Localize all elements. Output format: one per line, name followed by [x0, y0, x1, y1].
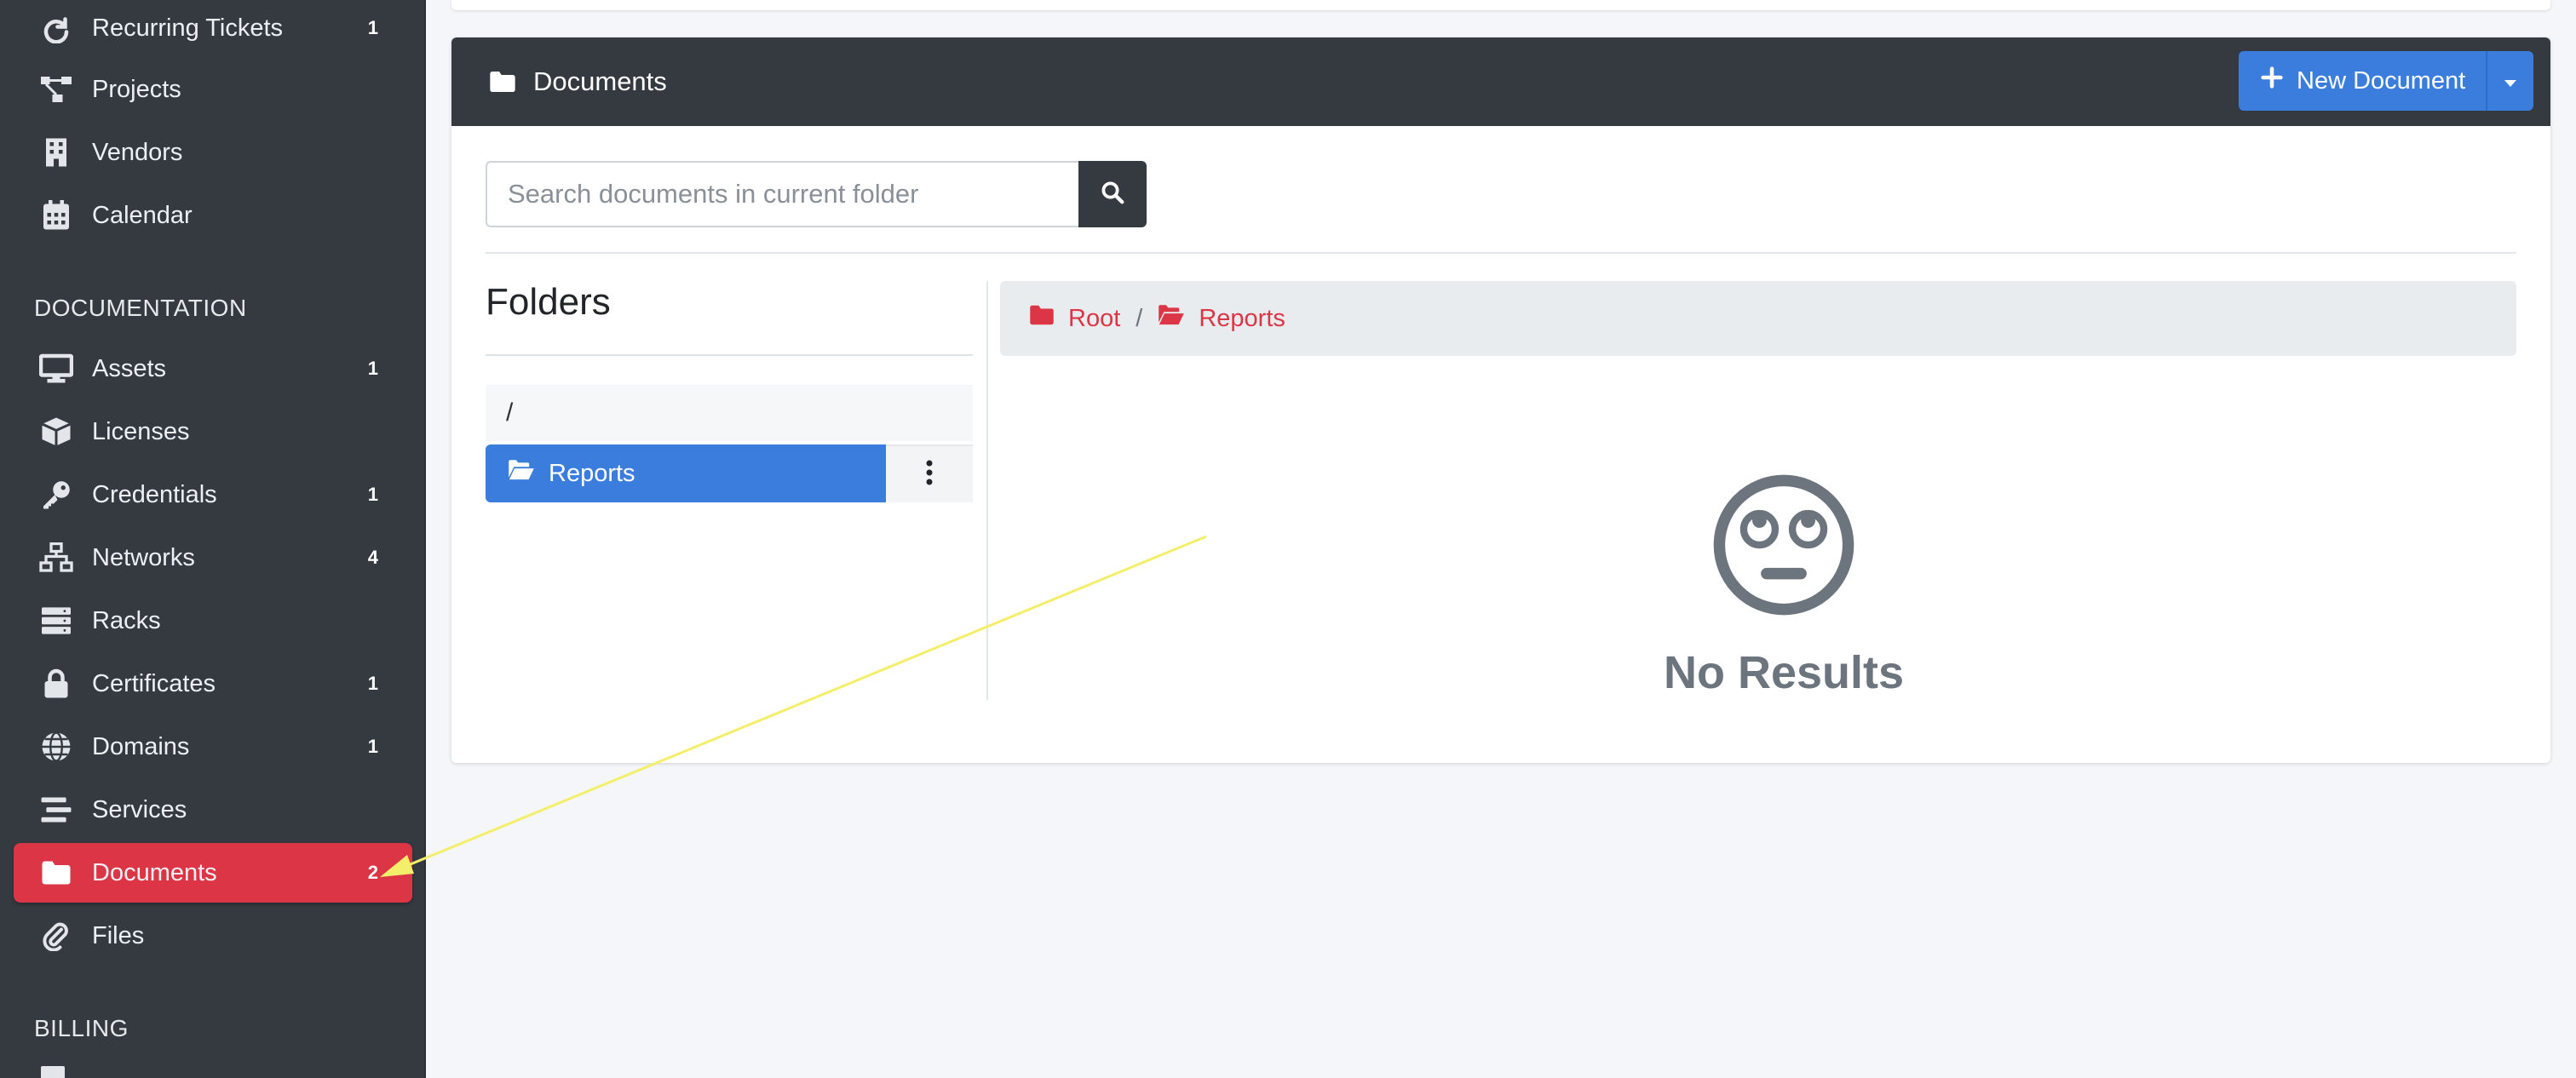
folder-root-item[interactable]: /	[486, 385, 973, 441]
search-bar	[486, 161, 1155, 227]
sidebar-item-label: Credentials	[92, 480, 217, 508]
count-badge: 1	[367, 736, 378, 757]
rolling-eyes-face-icon	[1712, 473, 1855, 621]
sidebar-item-label: Projects	[92, 75, 181, 103]
sidebar-item-assets[interactable]: Assets 1	[14, 339, 412, 399]
section-header-billing: BILLING	[34, 1015, 129, 1041]
card-title: Documents	[533, 66, 667, 96]
documents-card: Documents New Document Folders /	[451, 37, 2550, 763]
search-button[interactable]	[1078, 161, 1147, 227]
globe-icon	[27, 717, 85, 777]
cut-off-icon	[41, 1066, 65, 1078]
sidebar-item-label: Licenses	[92, 417, 190, 445]
sidebar-item-licenses[interactable]: Licenses	[14, 402, 412, 462]
paperclip-icon	[27, 906, 85, 966]
folder-item-reports: Reports	[486, 444, 973, 502]
sidebar-item-documents[interactable]: Documents 2	[14, 843, 412, 903]
redo-icon	[27, 0, 85, 58]
sidebar-item-certificates[interactable]: Certificates 1	[14, 654, 412, 714]
lock-icon	[27, 654, 85, 714]
folder-button[interactable]: Reports	[486, 444, 886, 502]
breadcrumb-root[interactable]: Root	[1029, 304, 1120, 333]
count-badge: 1	[367, 673, 378, 694]
folder-options-button[interactable]	[886, 444, 973, 502]
desktop-icon	[27, 339, 85, 399]
breadcrumb-separator: /	[1136, 304, 1143, 332]
folder-icon	[1029, 304, 1055, 333]
sidebar-item-label: Networks	[92, 543, 195, 571]
sidebar-item-recurring-tickets[interactable]: Recurring Tickets 1	[14, 0, 412, 58]
count-badge: 1	[367, 358, 378, 379]
sidebar-item-vendors[interactable]: Vendors	[14, 123, 412, 182]
folder-open-icon	[1158, 304, 1185, 333]
stream-icon	[27, 780, 85, 840]
building-icon	[27, 123, 85, 182]
count-badge: 1	[367, 17, 378, 38]
folders-title: Folders	[486, 281, 611, 323]
key-icon	[27, 465, 85, 525]
breadcrumb-root-label: Root	[1068, 304, 1121, 332]
folder-icon	[489, 70, 516, 94]
sidebar-item-services[interactable]: Services	[14, 780, 412, 840]
card-header: Documents New Document	[451, 37, 2550, 126]
count-badge: 2	[367, 862, 378, 883]
section-header-documentation: DOCUMENTATION	[34, 295, 247, 321]
new-document-dropdown-toggle[interactable]	[2486, 51, 2533, 111]
sidebar-item-label: Services	[92, 795, 187, 823]
sidebar-item-files[interactable]: Files	[14, 906, 412, 966]
sidebar-item-label: Certificates	[92, 669, 216, 697]
sidebar-item-label: Files	[92, 921, 145, 949]
ellipsis-vertical-icon	[925, 459, 934, 490]
breadcrumb-current[interactable]: Reports	[1158, 304, 1285, 333]
sidebar-item-label: Calendar	[92, 201, 193, 229]
new-document-button-group: New Document	[2239, 51, 2533, 111]
sidebar-item-racks[interactable]: Racks	[14, 591, 412, 651]
sidebar-item-credentials[interactable]: Credentials 1	[14, 465, 412, 525]
calendar-icon	[27, 186, 85, 245]
previous-card-edge	[451, 0, 2550, 10]
cube-icon	[27, 402, 85, 462]
folder-icon	[27, 843, 85, 903]
divider	[486, 252, 2516, 254]
plus-icon	[2261, 66, 2283, 95]
search-input[interactable]	[486, 161, 1078, 227]
count-badge: 1	[367, 484, 378, 505]
vertical-divider	[986, 281, 988, 700]
sidebar: Recurring Tickets 1 Projects Vendors Cal…	[0, 0, 426, 1078]
sidebar-item-label: Vendors	[92, 138, 183, 166]
sidebar-item-label: Racks	[92, 606, 161, 634]
breadcrumb: Root / Reports	[1000, 281, 2516, 356]
network-icon	[27, 528, 85, 588]
sidebar-item-label: Assets	[92, 354, 167, 382]
sidebar-item-label: Domains	[92, 732, 190, 760]
sidebar-item-label: Documents	[92, 858, 217, 886]
search-icon	[1100, 180, 1125, 209]
sidebar-item-networks[interactable]: Networks 4	[14, 528, 412, 588]
sidebar-item-label: Recurring Tickets	[92, 14, 284, 42]
folder-label: Reports	[549, 459, 635, 487]
divider	[486, 354, 973, 356]
breadcrumb-current-label: Reports	[1199, 304, 1285, 332]
no-results-text: No Results	[1663, 647, 1905, 698]
new-document-button[interactable]: New Document	[2239, 51, 2486, 111]
sidebar-item-projects[interactable]: Projects	[14, 60, 412, 119]
folder-open-icon	[508, 459, 535, 488]
sidebar-item-domains[interactable]: Domains 1	[14, 717, 412, 777]
empty-state: No Results	[1639, 473, 1929, 699]
count-badge: 4	[367, 547, 378, 568]
caret-down-icon	[2503, 67, 2518, 95]
project-diagram-icon	[27, 60, 85, 119]
server-icon	[27, 591, 85, 651]
sidebar-item-calendar[interactable]: Calendar	[14, 186, 412, 245]
new-document-label: New Document	[2297, 66, 2466, 95]
